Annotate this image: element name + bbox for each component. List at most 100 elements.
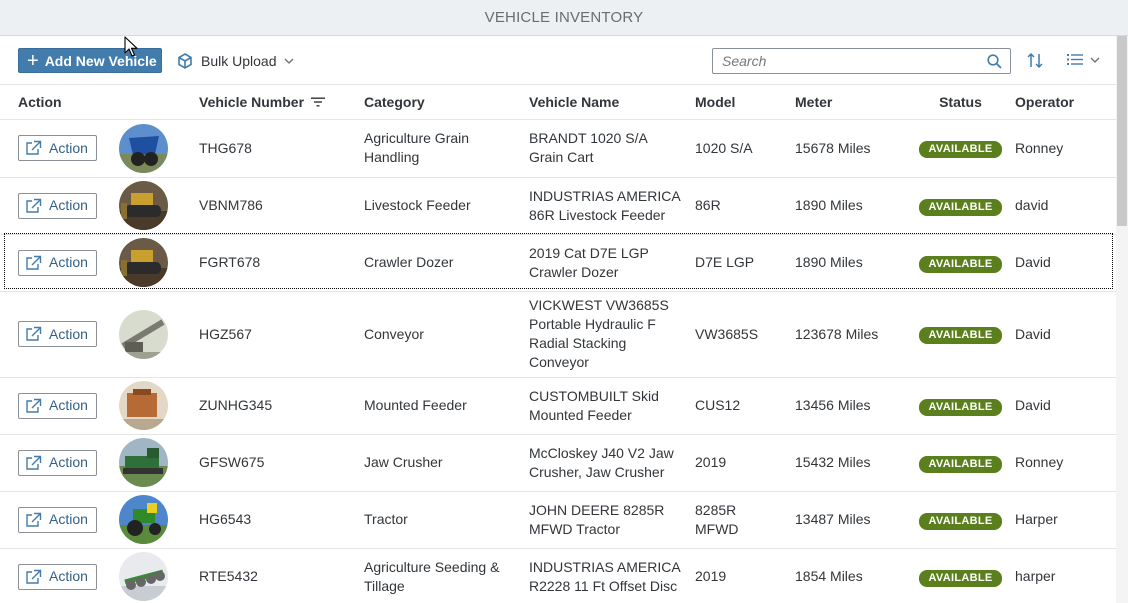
- table-row[interactable]: Action ZUNHG345 Mounted Feeder CUSTOMBUI…: [0, 377, 1116, 435]
- sort-button[interactable]: [1026, 52, 1044, 72]
- row-action-button[interactable]: Action: [18, 249, 97, 276]
- cell-status: AVAILABLE: [906, 291, 1015, 378]
- cell-operator: David: [1015, 291, 1116, 378]
- status-badge: AVAILABLE: [919, 141, 1002, 158]
- add-new-vehicle-button[interactable]: + Add New Vehicle: [18, 48, 162, 73]
- cell-model: CUS12: [695, 377, 795, 435]
- cell-vehicle-number: RTE5432: [199, 548, 364, 603]
- row-action-button[interactable]: Action: [18, 192, 97, 219]
- vehicle-name-line: Portable Hydraulic F: [529, 316, 656, 332]
- category-line: Jaw Crusher: [364, 454, 443, 470]
- cell-vehicle-name: McCloskey J40 V2 Jaw Crusher, Jaw Crusher: [529, 434, 695, 492]
- cell-category: Crawler Dozer: [364, 234, 529, 292]
- page-header: VEHICLE INVENTORY: [0, 0, 1128, 36]
- cell-vehicle-name: INDUSTRIAS AMERICA R2228 11 Ft Offset Dis…: [529, 548, 695, 603]
- bulk-upload-button[interactable]: Bulk Upload: [177, 48, 294, 73]
- column-header-meter[interactable]: Meter: [795, 85, 906, 120]
- cell-image: [112, 234, 199, 292]
- search-input[interactable]: [713, 49, 981, 73]
- row-action-button[interactable]: Action: [18, 563, 97, 590]
- table-row[interactable]: Action HG6543 Tractor JOHN DEERE 8285R MF…: [0, 491, 1116, 549]
- table-row[interactable]: Action RTE5432 Agriculture Seeding & Till…: [0, 548, 1116, 603]
- category-line: Agriculture Grain: [364, 130, 470, 146]
- cell-status: AVAILABLE: [906, 177, 1015, 235]
- cell-image: [112, 434, 199, 492]
- cell-meter: 1890 Miles: [795, 177, 906, 235]
- cell-category: Agriculture Seeding & Tillage: [364, 548, 529, 603]
- vehicle-name-line: 86R Livestock Feeder: [529, 206, 666, 223]
- cell-vehicle-number: ZUNHG345: [199, 377, 364, 435]
- vehicle-name-line: CUSTOMBUILT Skid: [529, 387, 659, 404]
- page-title: VEHICLE INVENTORY: [484, 9, 644, 26]
- search-field[interactable]: [712, 48, 1011, 74]
- vehicle-table: Action Vehicle Number Category Vehicle N…: [0, 85, 1116, 603]
- category-line: Handling: [364, 149, 420, 165]
- row-action-label: Action: [49, 511, 88, 527]
- row-action-button[interactable]: Action: [18, 506, 97, 533]
- column-header-vehicle-name[interactable]: Vehicle Name: [529, 85, 695, 120]
- cell-operator: David: [1015, 377, 1116, 435]
- cell-action: Action: [0, 234, 112, 292]
- table-row[interactable]: Action VBNM786 Livestock Feeder INDUSTRI…: [0, 177, 1116, 235]
- cell-meter: 15432 Miles: [795, 434, 906, 492]
- column-header-category[interactable]: Category: [364, 85, 529, 120]
- scrollbar-thumb[interactable]: [1117, 36, 1127, 226]
- view-settings-button[interactable]: [1066, 52, 1100, 67]
- column-header-model[interactable]: Model: [695, 85, 795, 120]
- cell-model: 86R: [695, 177, 795, 235]
- cell-vehicle-number: GFSW675: [199, 434, 364, 492]
- mouse-cursor-icon: [124, 36, 138, 57]
- cell-action: Action: [0, 377, 112, 435]
- cell-status: AVAILABLE: [906, 434, 1015, 492]
- cell-vehicle-number: VBNM786: [199, 177, 364, 235]
- cell-model: 2019: [695, 548, 795, 603]
- cell-meter: 123678 Miles: [795, 291, 906, 378]
- cell-operator: harper: [1015, 548, 1116, 603]
- row-action-button[interactable]: Action: [18, 449, 97, 476]
- row-action-label: Action: [49, 568, 88, 584]
- cell-action: Action: [0, 291, 112, 378]
- cell-meter: 13456 Miles: [795, 377, 906, 435]
- cell-meter: 15678 Miles: [795, 119, 906, 178]
- vehicle-name-line: JOHN DEERE 8285R: [529, 501, 665, 518]
- vehicle-photo: [119, 238, 168, 287]
- column-header-action[interactable]: Action: [0, 85, 112, 120]
- table-row[interactable]: Action THG678 Agriculture Grain Handling …: [0, 119, 1116, 178]
- search-icon[interactable]: [987, 54, 1002, 69]
- vehicle-name-line: INDUSTRIAS AMERICA: [529, 187, 681, 204]
- status-badge: AVAILABLE: [919, 569, 1002, 587]
- row-action-label: Action: [49, 139, 88, 156]
- table-row[interactable]: Action GFSW675 Jaw Crusher McCloskey J40…: [0, 434, 1116, 492]
- table-row[interactable]: Action HGZ567 Conveyor VICKWEST VW3685S P…: [0, 291, 1116, 378]
- row-action-button[interactable]: Action: [18, 135, 97, 161]
- status-badge: AVAILABLE: [919, 327, 1002, 344]
- vehicle-photo: [119, 123, 168, 173]
- column-header-status[interactable]: Status: [906, 85, 1015, 120]
- cell-status: AVAILABLE: [906, 234, 1015, 292]
- column-header-vehicle-number[interactable]: Vehicle Number: [199, 85, 364, 120]
- cube-icon: [178, 52, 192, 69]
- row-action-button[interactable]: Action: [18, 321, 97, 347]
- category-line: Tillage: [364, 577, 405, 594]
- table-row[interactable]: Action FGRT678 Crawler Dozer 2019 Cat D7…: [0, 234, 1116, 292]
- column-header-image: [112, 85, 199, 120]
- cell-image: [112, 548, 199, 603]
- vehicle-photo: [119, 495, 168, 544]
- open-external-icon: [26, 255, 42, 270]
- row-action-button[interactable]: Action: [18, 392, 97, 419]
- cell-model: 8285R MFWD: [695, 491, 795, 549]
- vertical-scrollbar[interactable]: [1116, 36, 1128, 603]
- vehicle-name-line: R2228 11 Ft Offset Disc: [529, 577, 678, 594]
- cell-category: Agriculture Grain Handling: [364, 119, 529, 178]
- category-line: Crawler Dozer: [364, 254, 454, 270]
- cell-operator: Ronney: [1015, 119, 1116, 178]
- vehicle-photo: [119, 438, 168, 487]
- cell-vehicle-name: INDUSTRIAS AMERICA 86R Livestock Feeder: [529, 177, 695, 235]
- vehicle-name-line: McCloskey J40 V2 Jaw: [529, 444, 674, 461]
- cell-category: Livestock Feeder: [364, 177, 529, 235]
- cell-vehicle-name: JOHN DEERE 8285R MFWD Tractor: [529, 491, 695, 549]
- cell-action: Action: [0, 434, 112, 492]
- column-header-operator[interactable]: Operator: [1015, 85, 1116, 120]
- add-new-vehicle-label: Add New Vehicle: [44, 52, 157, 69]
- vehicle-name-line: Crusher, Jaw Crusher: [529, 463, 665, 480]
